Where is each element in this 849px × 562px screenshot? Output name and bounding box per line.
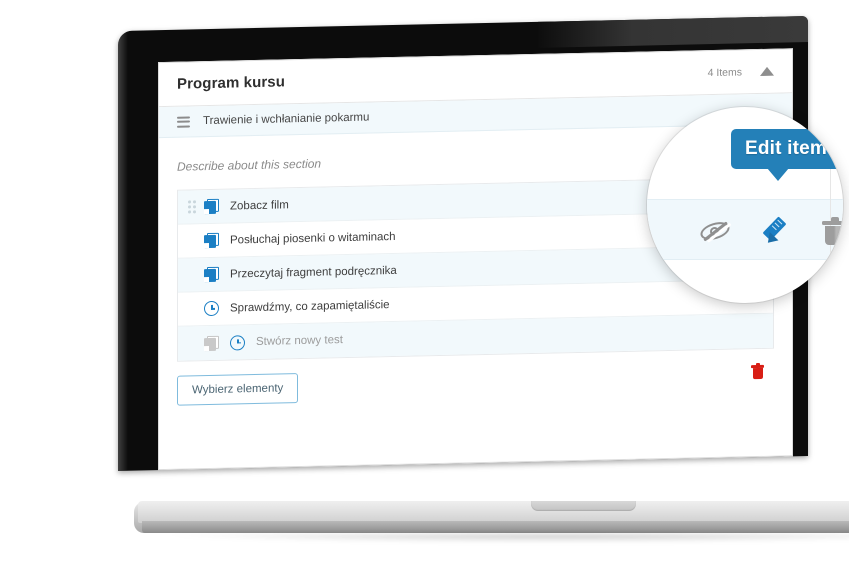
base-shadow	[156, 534, 849, 543]
trash-icon-red[interactable]	[751, 363, 764, 380]
pencil-icon[interactable]	[761, 216, 787, 247]
lid-highlight	[118, 30, 128, 471]
panel-footer: Wybierz elementy	[177, 349, 774, 418]
edit-item-tooltip: Edit item	[731, 129, 842, 169]
triangle-up-icon[interactable]	[760, 66, 774, 76]
book-icon	[204, 232, 219, 249]
lid-top-sheen	[538, 15, 808, 48]
laptop-base	[126, 501, 849, 543]
magnified-row-border-bottom	[647, 259, 843, 260]
eye-slash-icon[interactable]	[698, 218, 732, 244]
pick-elements-button[interactable]: Wybierz elementy	[177, 373, 299, 406]
list-item-label: Sprawdźmy, co zapamiętaliście	[230, 298, 390, 315]
tooltip-arrow	[767, 168, 789, 181]
list-item-label: Stwórz nowy test	[256, 334, 343, 348]
book-icon	[204, 198, 219, 215]
section-label: Trawienie i wchłanianie pokarmu	[203, 111, 370, 128]
clock-icon	[230, 334, 245, 351]
hamburger-icon[interactable]	[177, 115, 190, 128]
list-item-label: Przeczytaj fragment podręcznika	[230, 264, 397, 281]
items-count: 4 Items	[707, 65, 742, 79]
scene: Program kursu 4 Items Trawienie i wchłan…	[0, 0, 849, 562]
magnifier-callout: Edit item	[647, 107, 843, 303]
base-front-lip	[142, 521, 849, 533]
page-title: Program kursu	[177, 73, 285, 93]
panel-header-right: 4 Items	[707, 65, 774, 79]
base-notch	[531, 501, 636, 511]
trash-icon[interactable]	[821, 216, 843, 246]
base-top-surface	[138, 501, 849, 523]
drag-handle-icon[interactable]	[188, 200, 197, 213]
list-item-label: Posłuchaj piosenki o witaminach	[230, 230, 396, 247]
row-action-icons	[698, 208, 843, 254]
list-item-label: Zobacz film	[230, 198, 289, 213]
clock-icon	[204, 300, 219, 317]
book-icon	[204, 266, 219, 283]
book-icon	[204, 335, 219, 351]
magnified-row-border-top	[647, 199, 843, 200]
